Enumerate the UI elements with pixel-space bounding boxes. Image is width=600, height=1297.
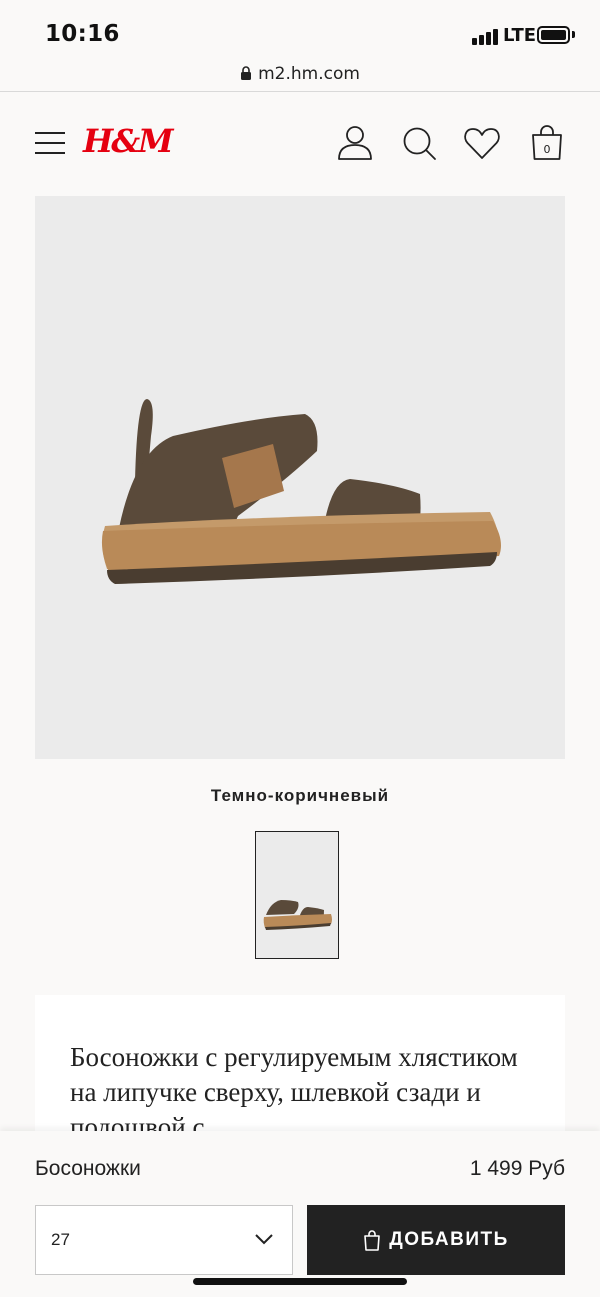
signal-icon xyxy=(472,27,498,45)
chevron-down-icon xyxy=(255,1234,273,1245)
product-thumbnail[interactable] xyxy=(255,831,339,959)
bag-count: 0 xyxy=(544,143,551,156)
product-image[interactable] xyxy=(35,196,565,759)
lock-icon xyxy=(241,66,252,80)
network-type: LTE xyxy=(503,25,537,46)
product-price: 1 499 Руб xyxy=(469,1157,565,1180)
description-card: Босоножки с регулируемым хлястиком на ли… xyxy=(35,995,565,1135)
site-header: H&M 0 xyxy=(0,92,600,196)
add-button-label: ДОБАВИТЬ xyxy=(389,1229,509,1250)
color-name: Темно-коричневый xyxy=(210,786,390,805)
account-icon[interactable] xyxy=(336,124,374,162)
status-time: 10:16 xyxy=(45,21,120,47)
bag-icon[interactable]: 0 xyxy=(528,124,566,162)
address-bar[interactable]: m2.hm.com xyxy=(0,56,600,92)
product-description: Босоножки с регулируемым хлястиком на ли… xyxy=(70,1042,518,1135)
search-icon[interactable] xyxy=(400,124,438,162)
url-text: m2.hm.com xyxy=(258,63,360,84)
size-select[interactable]: 27 xyxy=(35,1205,293,1275)
status-bar: 10:16 LTE xyxy=(0,0,600,56)
selected-size: 27 xyxy=(51,1230,70,1249)
sandal-image xyxy=(101,399,501,584)
bag-icon xyxy=(364,1230,380,1251)
add-to-bag-button[interactable]: ДОБАВИТЬ xyxy=(307,1205,565,1275)
favorites-icon[interactable] xyxy=(463,124,501,162)
home-indicator[interactable] xyxy=(193,1278,407,1285)
buy-bar: Босоножки 1 499 Руб 27 ДОБАВИТЬ xyxy=(0,1131,600,1297)
thumbnail-image xyxy=(263,900,332,930)
battery-icon xyxy=(537,26,570,44)
menu-icon[interactable] xyxy=(35,132,65,154)
product-name: Босоножки xyxy=(35,1157,141,1180)
battery-cap xyxy=(572,31,575,38)
hm-logo[interactable]: H&M xyxy=(83,122,174,160)
